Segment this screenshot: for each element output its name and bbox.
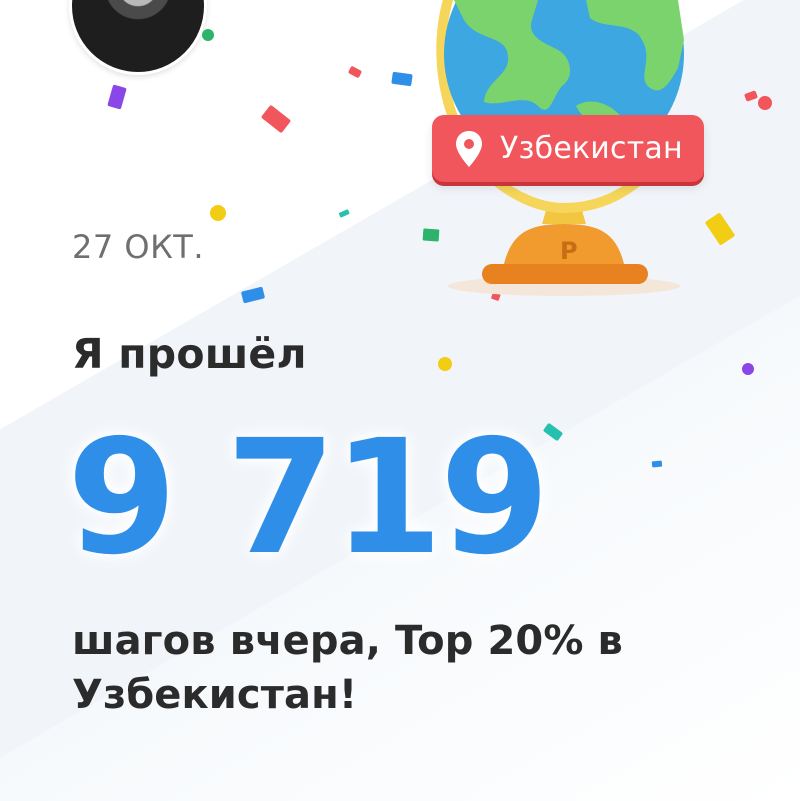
location-pin-icon: [456, 130, 482, 167]
location-badge: Узбекистан: [432, 115, 704, 182]
headline: Я прошёл: [72, 330, 307, 378]
date-label: 27 ОКТ.: [72, 228, 205, 266]
svg-text:P: P: [560, 237, 578, 265]
country-name: Узбекистан: [500, 131, 683, 166]
summary-text: шагов вчера, Top 20% в Узбекистан!: [72, 618, 623, 718]
step-count: 9 719: [67, 406, 550, 590]
